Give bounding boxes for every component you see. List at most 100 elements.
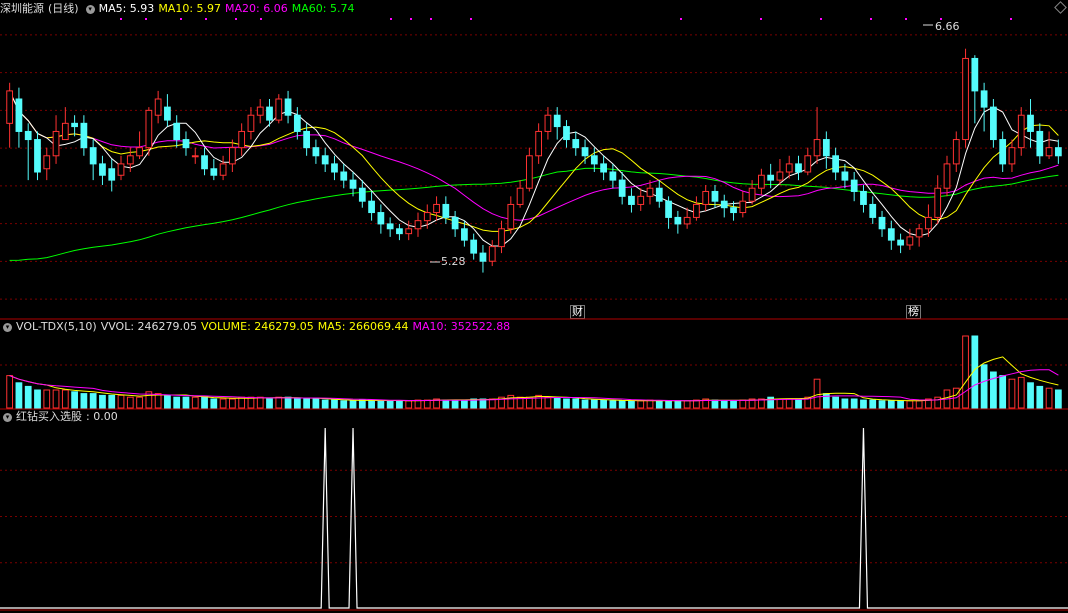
candle — [730, 207, 737, 214]
candle — [544, 114, 552, 132]
chart-canvas[interactable] — [0, 0, 1068, 613]
candle — [470, 239, 478, 254]
volume-bar — [80, 393, 88, 409]
candle — [600, 163, 607, 173]
candle — [860, 190, 867, 205]
volume-bar — [711, 399, 719, 409]
volume-bar — [850, 398, 858, 409]
volume-bar — [275, 396, 283, 409]
candle — [887, 228, 895, 241]
candle — [256, 106, 264, 116]
volume-bar — [1045, 387, 1053, 409]
volume-bar — [655, 400, 663, 409]
event-dot — [390, 18, 392, 20]
volume-bar — [312, 398, 320, 409]
volume-bar — [293, 397, 301, 409]
volume-bar — [563, 398, 570, 409]
candle — [822, 139, 830, 157]
vol-ma5-line — [9, 356, 1059, 402]
volume-bar — [674, 400, 682, 409]
candle — [61, 122, 69, 141]
candle — [210, 168, 218, 176]
candle — [525, 155, 533, 189]
candle — [99, 163, 106, 176]
candle — [785, 163, 793, 173]
candle — [126, 155, 134, 165]
candle — [767, 174, 775, 181]
event-dot — [205, 18, 207, 20]
candle — [897, 239, 904, 246]
volume-bar — [488, 398, 496, 409]
candle — [303, 130, 310, 149]
volume-bar — [693, 399, 700, 409]
event-dot — [680, 18, 682, 20]
volume-bar — [154, 393, 162, 409]
volume-bar — [878, 400, 886, 409]
candle — [358, 187, 366, 202]
volume-bar — [1027, 382, 1034, 409]
candle — [962, 57, 969, 141]
event-dot — [430, 18, 432, 20]
candle — [665, 200, 672, 218]
candle — [414, 220, 422, 230]
event-dot — [180, 18, 182, 20]
volume-bar — [1036, 385, 1044, 409]
volume-bar — [442, 399, 450, 409]
candle — [535, 130, 543, 157]
volume-bar — [915, 400, 923, 409]
volume-bar — [962, 335, 969, 409]
event-dot — [410, 18, 412, 20]
volume-bar — [730, 400, 737, 409]
volume-bar — [785, 398, 793, 409]
candle — [377, 212, 385, 225]
candle — [628, 195, 635, 205]
volume-bar — [869, 399, 877, 409]
candle — [1036, 130, 1044, 157]
candle — [748, 187, 756, 202]
candle — [804, 155, 812, 173]
volume-bar — [340, 400, 348, 409]
candle — [451, 216, 459, 230]
candle — [191, 155, 199, 158]
volume-bar — [229, 398, 236, 409]
candle — [637, 195, 645, 205]
event-dot — [145, 18, 147, 20]
volume-bar — [6, 375, 14, 409]
volume-bar — [1008, 378, 1016, 409]
candle — [646, 187, 654, 197]
candle — [24, 130, 32, 141]
candle — [164, 106, 171, 121]
volume-bar — [173, 396, 181, 409]
candle — [813, 139, 821, 157]
volume-bar — [24, 385, 32, 409]
volume-bar — [776, 398, 784, 409]
candle — [275, 98, 283, 121]
volume-bar — [117, 394, 125, 409]
event-dot — [120, 18, 122, 20]
candle — [238, 130, 246, 149]
candle — [229, 147, 236, 165]
volume-bar — [284, 396, 292, 409]
candle — [990, 106, 997, 141]
volume-bar — [581, 399, 589, 409]
candle — [201, 155, 208, 170]
candle — [841, 171, 849, 181]
volume-bar — [43, 389, 51, 409]
candle — [71, 122, 78, 128]
candle — [6, 90, 14, 124]
volume-bar — [683, 400, 691, 409]
volume-bar — [646, 399, 654, 409]
event-dot — [820, 18, 822, 20]
volume-bar — [600, 399, 607, 409]
candle — [117, 163, 125, 176]
candle — [711, 190, 719, 202]
candle — [776, 171, 784, 181]
volume-bar — [618, 400, 626, 409]
volume-bar — [349, 400, 357, 409]
candle — [154, 98, 162, 116]
volume-bar — [99, 394, 106, 409]
volume-bar — [887, 400, 895, 409]
volume-bar — [321, 399, 329, 409]
event-dot — [470, 18, 472, 20]
candle — [971, 57, 979, 92]
